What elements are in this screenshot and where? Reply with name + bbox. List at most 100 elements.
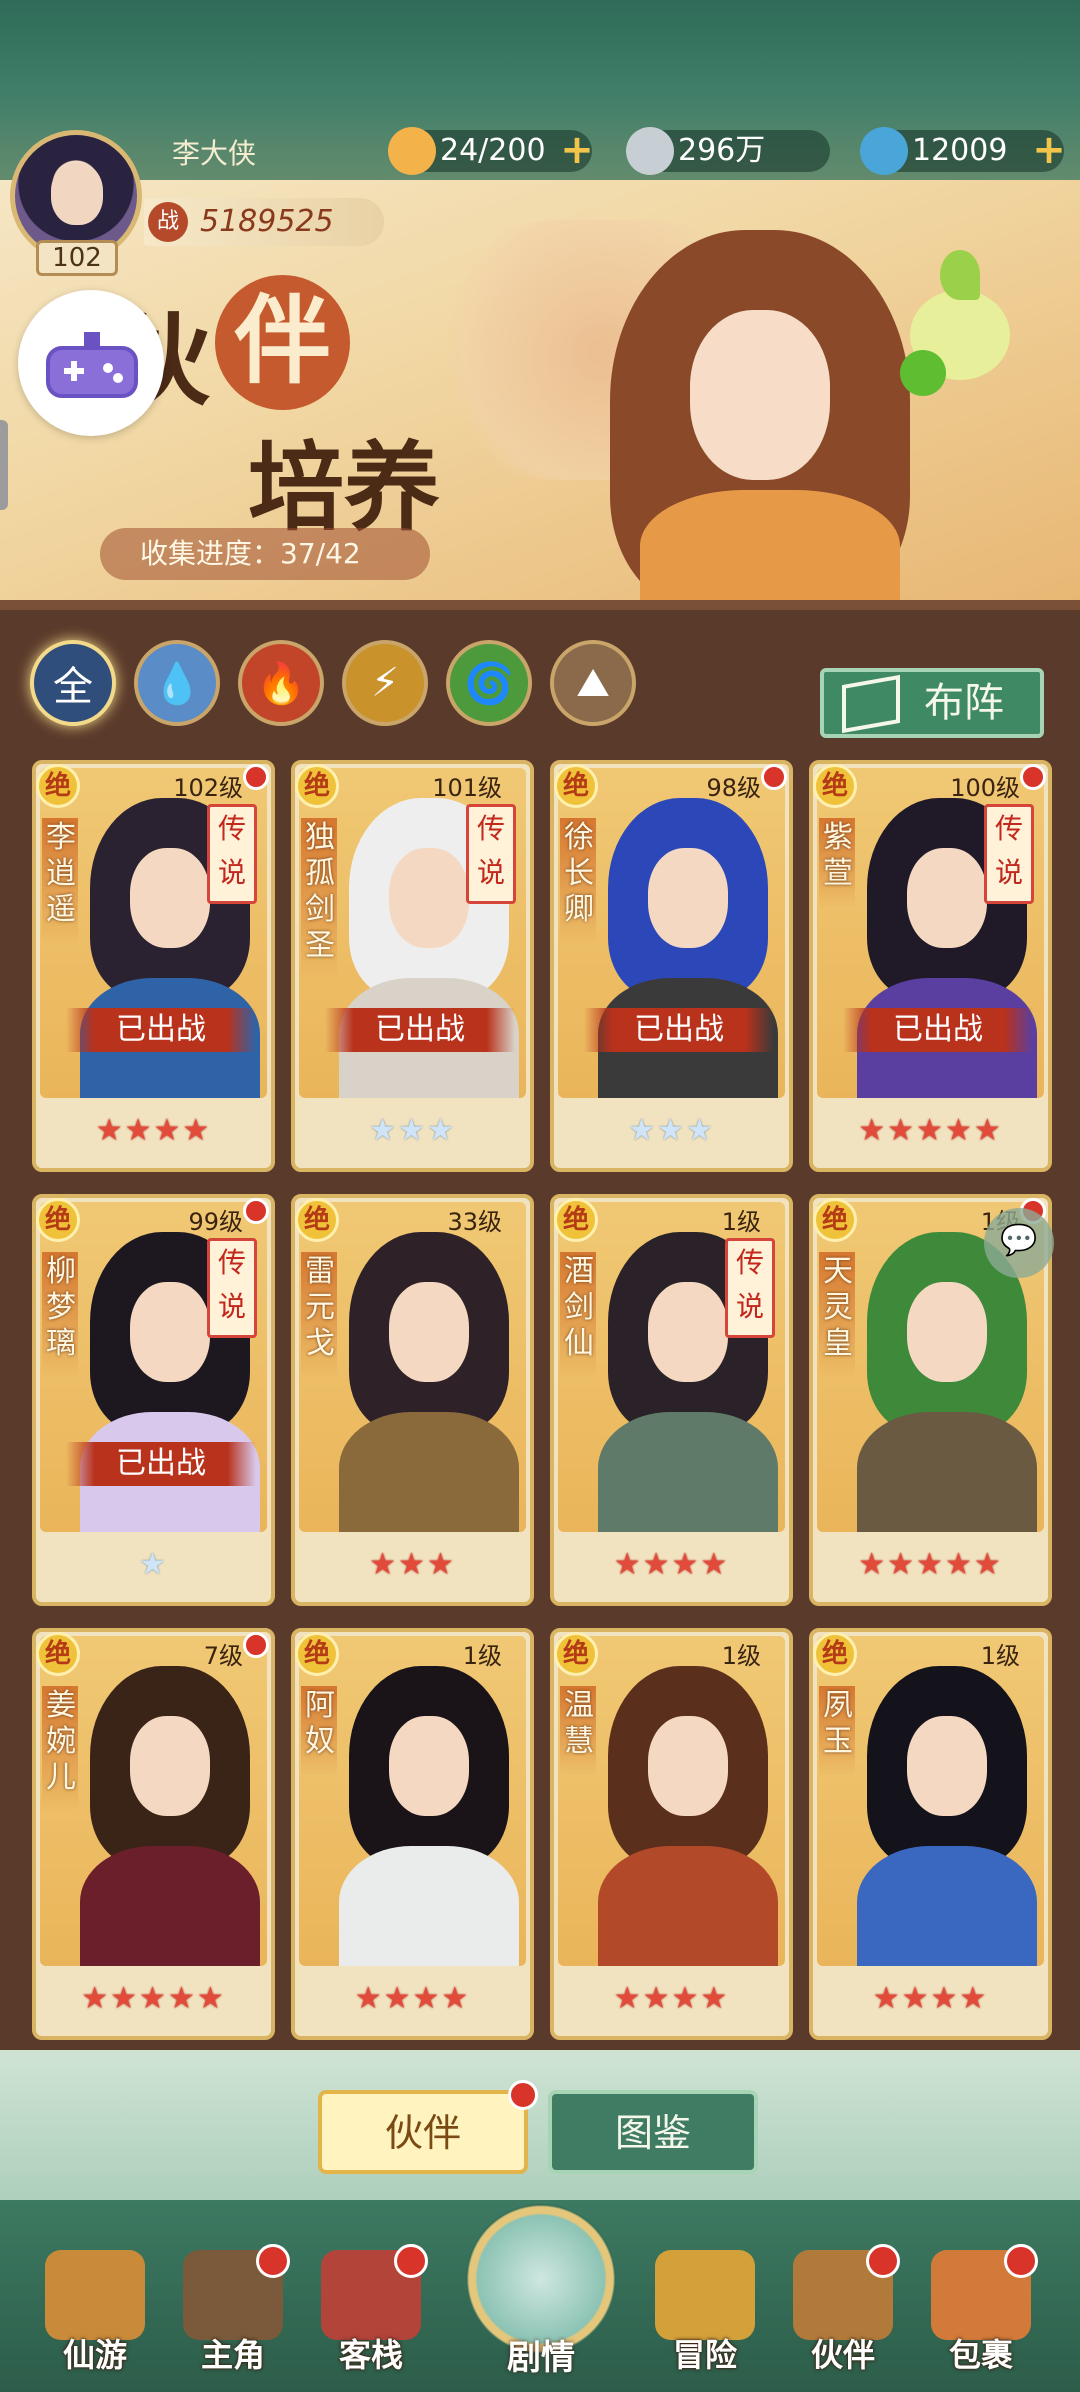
star-icon: ★ [700,1547,730,1582]
companion-card[interactable]: 绝 1级 夙玉 ★★★★ [809,1628,1052,2040]
companion-card[interactable]: 绝 1级 阿奴 ★★★★ [291,1628,534,2040]
nav-item[interactable]: 伙伴 [778,2244,908,2390]
companion-name: 柳梦璃 [42,1252,78,1378]
tab-gallery-label: 图鉴 [614,2111,691,2155]
companion-name: 独孤剑圣 [301,818,337,980]
tab-gallery[interactable]: 图鉴 [548,2090,758,2174]
companion-grid: 绝 102级 李逍遥 传说 已出战 ★★★★ 绝 101级 独孤剑圣 传说 已出战 ★★★ 绝 98级 徐长… [32,760,1056,2040]
deployed-tag: 已出战 [843,1008,1033,1052]
companion-name: 姜婉儿 [42,1686,78,1812]
star-icon: ★ [153,1113,183,1148]
star-icon: ★ [124,1113,154,1148]
stamina-counter[interactable]: 24/200 + [388,127,594,175]
rarity-badge: 绝 [813,764,857,808]
jade-counter[interactable]: 12009 + [860,127,1066,175]
story-nav-label: 剧情 [507,2338,575,2378]
filter-all[interactable]: 全 [30,640,116,726]
deployed-tag: 已出战 [584,1008,774,1052]
nav-item-label: 仙游 [62,2336,127,2374]
companion-card[interactable]: 绝 1级 酒剑仙 传说 ★★★★ [550,1194,793,1606]
star-icon: ★ [426,1547,456,1582]
filter-earth[interactable]: ⛰ [550,640,636,726]
companion-name: 夙玉 [819,1686,855,1776]
companion-name: 天灵皇 [819,1252,855,1378]
legend-tag: 传说 [207,1238,257,1338]
gamepad-icon[interactable] [18,290,164,436]
battle-power: 战 5189525 [144,198,384,246]
star-icon: ★ [383,1981,413,2016]
notification-dot [243,764,269,790]
star-icon: ★ [398,1113,427,1148]
coin-icon [626,127,674,175]
star-icon: ★ [642,1547,672,1582]
deployed-tag: 已出战 [325,1008,515,1052]
deployed-tag: 已出战 [66,1442,256,1486]
notification-dot [1004,2244,1038,2278]
star-icon: ★ [412,1981,442,2016]
companion-level: 101级 [432,774,502,802]
star-icon: ★ [628,1113,658,1148]
coin-counter: 296万 [626,127,830,175]
star-rating: ★★★★★ [813,1547,1048,1582]
star-icon: ★ [182,1113,212,1148]
star-icon: ★ [196,1981,226,2016]
companion-card[interactable]: 绝 33级 雷元戈 ★★★ [291,1194,534,1606]
star-icon: ★ [700,1981,730,2016]
star-icon: ★ [916,1547,945,1582]
companion-card[interactable]: 绝 7级 姜婉儿 ★★★★★ [32,1628,275,2040]
star-rating: ★★★★ [813,1981,1048,2016]
nav-item[interactable]: 包裹 [916,2244,1046,2390]
companion-card[interactable]: 绝 98级 徐长卿 已出战 ★★★ [550,760,793,1172]
filter-water[interactable]: 💧 [134,640,220,726]
nav-item[interactable]: 主角 [168,2244,298,2390]
companion-level: 100级 [950,774,1020,802]
notification-dot [394,2244,428,2278]
companion-card[interactable]: 绝 99级 柳梦璃 传说 已出战 ★ [32,1194,275,1606]
star-rating: ★ [36,1547,271,1582]
star-icon: ★ [916,1113,945,1148]
companion-level: 1级 [980,1642,1020,1670]
filter-fire[interactable]: 🔥 [238,640,324,726]
companion-card[interactable]: 绝 1级 温慧 ★★★★ [550,1628,793,2040]
legend-tag: 传说 [207,804,257,904]
companion-name: 雷元戈 [301,1252,337,1378]
star-icon: ★ [613,1981,643,2016]
legend-tag: 传说 [466,804,516,904]
formation-button[interactable]: 布阵 [820,668,1044,738]
star-icon: ★ [887,1547,917,1582]
notification-dot [256,2244,290,2278]
star-icon: ★ [944,1113,974,1148]
star-icon: ★ [139,1547,168,1582]
tab-companion[interactable]: 伙伴 [318,2080,538,2174]
companion-card[interactable]: 绝 101级 独孤剑圣 传说 已出战 ★★★ [291,760,534,1172]
filter-wind[interactable]: 🌀 [446,640,532,726]
notification-dot [508,2080,538,2110]
filter-thunder[interactable]: ⚡ [342,640,428,726]
notification-dot [866,2244,900,2278]
star-icon: ★ [901,1981,931,2016]
nav-item-icon [655,2250,755,2340]
companion-card[interactable]: 绝 102级 李逍遥 传说 已出战 ★★★★ [32,760,275,1172]
legend-tag: 传说 [725,1238,775,1338]
add-jade-button[interactable]: + [1030,130,1068,170]
star-icon: ★ [930,1981,960,2016]
nav-item[interactable]: 冒险 [640,2250,770,2390]
star-icon: ★ [657,1113,686,1148]
side-drawer-handle[interactable] [0,420,8,510]
star-rating: ★★★ [295,1113,530,1148]
chat-icon[interactable]: 💬 [984,1208,1054,1278]
player-level: 102 [36,240,118,276]
star-icon: ★ [81,1981,111,2016]
star-icon: ★ [685,1113,715,1148]
star-icon: ★ [426,1113,456,1148]
companion-card[interactable]: 绝 100级 紫萱 传说 已出战 ★★★★★ [809,760,1052,1172]
nav-item[interactable]: 仙游 [30,2250,160,2390]
star-rating: ★★★★★ [36,1981,271,2016]
notification-dot [1020,764,1046,790]
rarity-badge: 绝 [36,764,80,808]
companion-level: 1级 [721,1208,761,1236]
star-icon: ★ [858,1547,888,1582]
add-stamina-button[interactable]: + [558,130,596,170]
star-icon: ★ [110,1981,140,2016]
nav-item[interactable]: 客栈 [306,2244,436,2390]
